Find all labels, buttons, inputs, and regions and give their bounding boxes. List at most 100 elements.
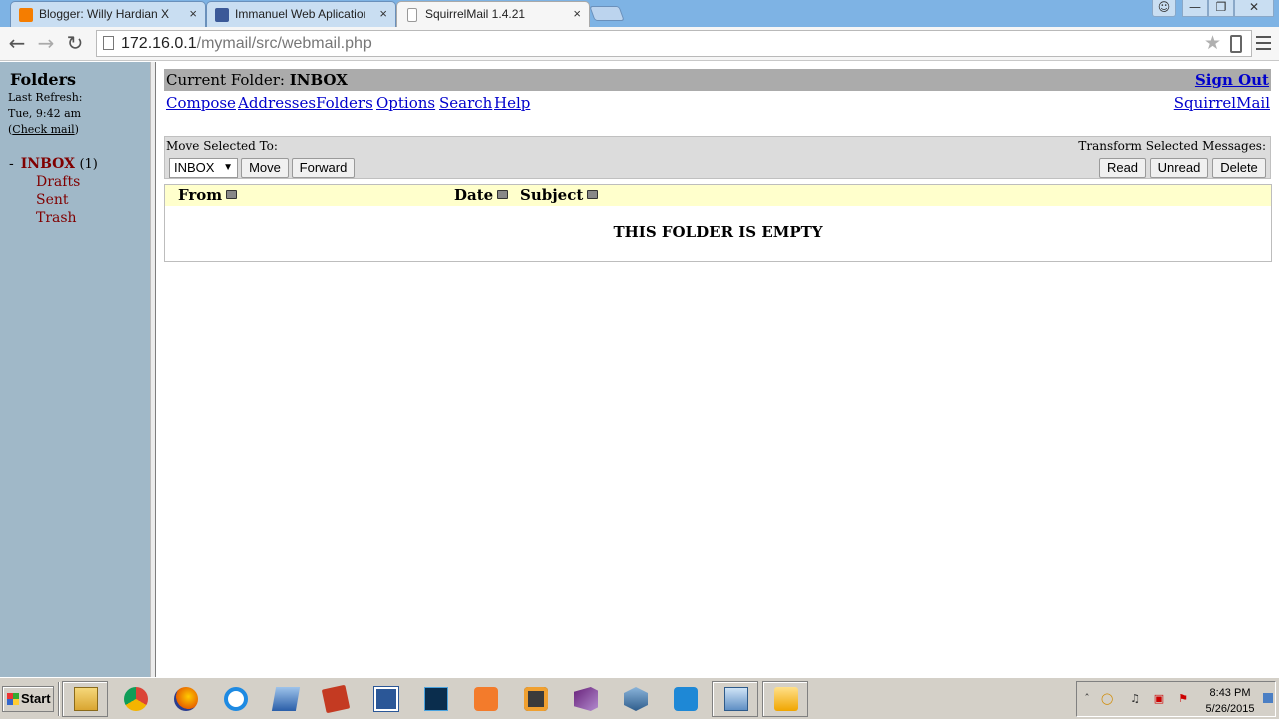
outlook-tray-icon[interactable]: ◯ (1101, 693, 1113, 705)
frame-divider[interactable] (150, 62, 156, 677)
start-button[interactable]: Start (2, 686, 54, 712)
windows-logo-icon (7, 693, 19, 705)
sign-out-link[interactable]: Sign Out (1195, 71, 1269, 89)
network-error-icon[interactable]: ▣ (1153, 693, 1165, 705)
delete-button[interactable]: Delete (1212, 158, 1266, 178)
unread-button[interactable]: Unread (1150, 158, 1208, 178)
move-target-select[interactable]: INBOX ▼ (169, 158, 238, 178)
taskbar-app-button[interactable] (762, 681, 808, 717)
clock[interactable]: 8:43 PM 5/26/2015 (1201, 685, 1259, 717)
taskbar-grip (58, 682, 60, 716)
url-text: 172.16.0.1/mymail/src/webmail.php (121, 35, 372, 52)
close-window-icon[interactable]: ✕ (1234, 0, 1274, 17)
folder-trash[interactable]: Trash (36, 210, 77, 226)
folder-inbox-label[interactable]: INBOX (21, 156, 75, 172)
taskbar-app-button[interactable] (462, 681, 508, 717)
column-from[interactable]: From (178, 186, 238, 204)
taskbar-app-button[interactable] (112, 681, 158, 717)
tab-close-icon[interactable]: × (573, 6, 581, 21)
taskbar-app-button[interactable] (62, 681, 108, 717)
folder-inbox[interactable]: - INBOX (1) (9, 156, 98, 172)
taskbar-app-button[interactable] (612, 681, 658, 717)
check-mail-link[interactable]: Check mail (12, 123, 74, 136)
sort-icon[interactable] (226, 190, 238, 199)
bookmark-star-icon[interactable]: ★ (1204, 32, 1221, 54)
unread-count: (1) (79, 157, 98, 172)
blogger-icon (19, 8, 33, 22)
tab-facebook[interactable]: Immanuel Web Aplication XI × (206, 1, 396, 27)
show-hidden-icons-icon[interactable]: ˆ (1081, 693, 1093, 705)
page-info-icon[interactable] (103, 36, 114, 50)
system-tray: ˆ ◯ ♫ ▣ ⚑ 8:43 PM 5/26/2015 (1076, 681, 1276, 717)
chrome-menu-icon[interactable] (1256, 36, 1271, 50)
tab-squirrelmail[interactable]: SquirrelMail 1.4.21 × (396, 1, 590, 28)
empty-folder-message: THIS FOLDER IS EMPTY (613, 223, 823, 241)
internet-explorer-icon (224, 687, 248, 711)
message-list-header: From Date Subject (165, 185, 1271, 206)
taskbar-app-button[interactable] (662, 681, 708, 717)
help-link[interactable]: Help (494, 94, 530, 112)
tab-blogger[interactable]: Blogger: Willy Hardian XI TI × (10, 1, 206, 27)
transform-selected-label: Transform Selected Messages: (1078, 139, 1266, 153)
current-folder: Current Folder: INBOX (166, 71, 348, 89)
tab-close-icon[interactable]: × (189, 6, 197, 21)
tab-close-icon[interactable]: × (379, 6, 387, 21)
options-link[interactable]: Options (376, 94, 435, 112)
move-button[interactable]: Move (241, 158, 289, 178)
folders-link[interactable]: Folders (316, 94, 373, 112)
restore-icon[interactable]: ❐ (1208, 0, 1234, 17)
tab-title: SquirrelMail 1.4.21 (425, 7, 526, 21)
current-folder-bar: Current Folder: INBOX Sign Out (164, 69, 1271, 91)
visual-studio-icon (574, 687, 598, 711)
tab-title: Blogger: Willy Hardian XI TI (39, 7, 169, 21)
taskbar-app-button[interactable] (362, 681, 408, 717)
taskbar-app-button[interactable] (312, 681, 358, 717)
message-action-bar: Move Selected To: Transform Selected Mes… (164, 136, 1271, 179)
extension-icon[interactable] (1230, 35, 1242, 53)
taskbar-app-button[interactable] (262, 681, 308, 717)
minimize-icon[interactable]: — (1182, 0, 1208, 17)
chrome-icon (124, 687, 148, 711)
facebook-icon (215, 8, 229, 22)
show-desktop-icon[interactable] (1263, 693, 1273, 703)
move-selected-label: Move Selected To: (166, 139, 278, 153)
reload-icon[interactable]: ↻ (63, 31, 87, 55)
read-button[interactable]: Read (1099, 158, 1146, 178)
compose-link[interactable]: Compose (166, 94, 236, 112)
search-link[interactable]: Search (439, 94, 492, 112)
taskbar-app-button[interactable] (412, 681, 458, 717)
outlook-icon (774, 687, 798, 711)
squirrelmail-link[interactable]: SquirrelMail (1174, 94, 1270, 112)
taskbar-app-button[interactable] (512, 681, 558, 717)
taskbar: Start ˆ ◯ ♫ ▣ ⚑ 8:43 PM 5/26/2015 (0, 677, 1279, 719)
wps-icon (674, 687, 698, 711)
forward-button[interactable]: Forward (292, 158, 355, 178)
taskbar-app-button[interactable] (562, 681, 608, 717)
taskbar-app-button[interactable] (162, 681, 208, 717)
sort-icon[interactable] (497, 190, 509, 199)
firefox-icon (174, 687, 198, 711)
column-subject[interactable]: Subject (520, 186, 599, 204)
sublime-icon (524, 687, 548, 711)
folder-drafts[interactable]: Drafts (36, 174, 80, 190)
addresses-link[interactable]: Addresses (238, 94, 316, 112)
network-icon (271, 687, 301, 711)
taskbar-app-button[interactable] (712, 681, 758, 717)
column-date[interactable]: Date (454, 186, 509, 204)
volume-icon[interactable]: ♫ (1129, 693, 1141, 705)
folder-sent[interactable]: Sent (36, 192, 69, 208)
folder-sidebar: Folders Last Refresh: Tue, 9:42 am (Chec… (0, 62, 150, 677)
action-center-icon[interactable]: ⚑ (1177, 693, 1189, 705)
message-list: From Date Subject THIS FOLDER IS EMPTY (164, 184, 1272, 262)
new-tab-button[interactable] (589, 6, 625, 21)
address-bar[interactable]: 172.16.0.1/mymail/src/webmail.php ★ (96, 30, 1252, 57)
sort-icon[interactable] (587, 190, 599, 199)
control-panel-icon (724, 687, 748, 711)
virtualbox-icon (624, 687, 648, 711)
word-icon (373, 686, 399, 712)
back-icon[interactable]: ← (5, 31, 29, 55)
taskbar-app-button[interactable] (212, 681, 258, 717)
page-icon (407, 8, 417, 22)
forward-icon[interactable]: → (34, 31, 58, 55)
user-profile-icon[interactable]: ☺ (1152, 0, 1176, 17)
